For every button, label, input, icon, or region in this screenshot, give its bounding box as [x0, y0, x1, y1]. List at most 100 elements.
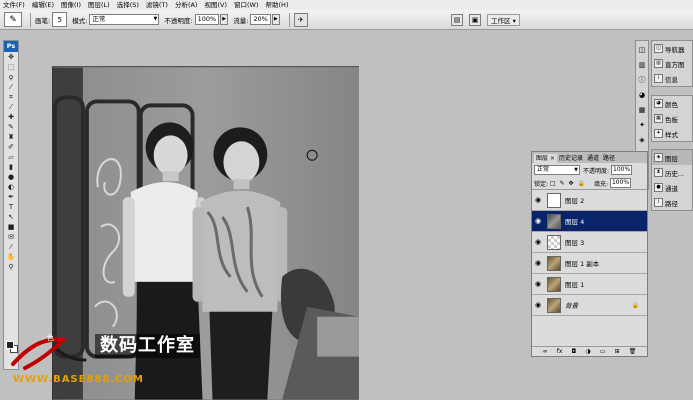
- layers-icon[interactable]: ◈: [636, 134, 648, 146]
- marquee-icon[interactable]: ⬚: [4, 62, 18, 72]
- dock-item-navigator[interactable]: ◫ 导航器: [652, 41, 692, 56]
- menu-select[interactable]: 选择(S): [117, 0, 139, 10]
- menu-file[interactable]: 文件(F): [3, 0, 25, 10]
- menu-edit[interactable]: 编辑(E): [32, 0, 54, 10]
- eye-icon[interactable]: ◉: [532, 259, 544, 267]
- stamp-icon[interactable]: ♜: [4, 132, 18, 142]
- dock-item-channels[interactable]: ● 通道: [652, 180, 692, 195]
- dock-group-layers: ◈ 图层 ⧗ 历史... ● 通道 ⌇ 路径: [651, 149, 693, 211]
- eraser-icon[interactable]: ▱: [4, 152, 18, 162]
- palette-well-button[interactable]: ▤: [451, 14, 463, 26]
- blend-mode-select[interactable]: 正常 ▼: [534, 165, 580, 175]
- tab-channels[interactable]: 通道: [585, 154, 601, 163]
- dock-item-swatches[interactable]: ▦ 色板: [652, 111, 692, 126]
- mode-select[interactable]: 正常 ▼: [89, 14, 160, 25]
- dock-item-styles[interactable]: ✦ 样式: [652, 126, 692, 141]
- dock-item-color[interactable]: ◕ 颜色: [652, 96, 692, 111]
- flow-label: 流量:: [233, 16, 249, 25]
- navigator-icon[interactable]: ◫: [636, 44, 648, 56]
- layer-row[interactable]: ◉ 图层 3: [532, 232, 647, 253]
- eye-icon[interactable]: ◉: [532, 280, 544, 288]
- swatches-icon[interactable]: ▦: [636, 104, 648, 116]
- menu-layer[interactable]: 图层(L): [88, 0, 110, 10]
- palette-icon: ▤: [453, 16, 461, 24]
- opacity-input[interactable]: 100%: [194, 14, 220, 25]
- panel-icon: ▣: [471, 16, 479, 24]
- layer-row-selected[interactable]: ◉ 图层 4: [532, 211, 647, 232]
- eye-icon[interactable]: ◉: [532, 301, 544, 309]
- brush-tool-icon: ✎: [9, 14, 17, 25]
- flow-input[interactable]: 20%: [250, 14, 271, 25]
- layer-row-background[interactable]: ◉ 背景 🔒: [532, 295, 647, 316]
- gradient-icon[interactable]: ▮: [4, 162, 18, 172]
- layer-row[interactable]: ◉ 图层 1: [532, 274, 647, 295]
- dock-item-histogram[interactable]: ▥ 直方图: [652, 56, 692, 71]
- move-icon[interactable]: ✥: [4, 52, 18, 62]
- new-layer-icon[interactable]: ⊞: [615, 348, 620, 355]
- tab-paths[interactable]: 路径: [601, 154, 617, 163]
- menu-window[interactable]: 窗口(W): [234, 0, 259, 10]
- opacity-slider-button[interactable]: ▶: [220, 14, 229, 25]
- color-icon[interactable]: ◕: [636, 89, 648, 101]
- workspace-menu[interactable]: 工作区 ▾: [487, 14, 520, 26]
- menu-help[interactable]: 帮助(H): [266, 0, 289, 10]
- eyedropper-icon[interactable]: ⁄: [4, 102, 18, 112]
- dodge-icon[interactable]: ◐: [4, 182, 18, 192]
- dock-item-info[interactable]: i 信息: [652, 71, 692, 86]
- shape-icon[interactable]: ■: [4, 222, 18, 232]
- brush-icon[interactable]: ✎: [4, 122, 18, 132]
- blur-icon[interactable]: ●: [4, 172, 18, 182]
- delete-layer-icon[interactable]: 🗑: [629, 348, 637, 355]
- tab-history[interactable]: 历史记录: [557, 154, 585, 163]
- eye-icon[interactable]: ◉: [532, 238, 544, 246]
- lasso-icon[interactable]: ϙ: [4, 72, 18, 82]
- tool-preset-picker[interactable]: ✎: [4, 12, 22, 27]
- airbrush-toggle[interactable]: ✈: [293, 12, 308, 27]
- airbrush-icon: ✈: [297, 15, 304, 24]
- panel-toggle-button[interactable]: ▣: [469, 14, 481, 26]
- fill-label: 填充:: [593, 180, 608, 188]
- menu-filter[interactable]: 滤镜(T): [146, 0, 168, 10]
- link-layers-icon[interactable]: ∞: [543, 348, 548, 355]
- histogram-icon[interactable]: ▥: [636, 59, 648, 71]
- dock-item-paths[interactable]: ⌇ 路径: [652, 195, 692, 210]
- flow-slider-button[interactable]: ▶: [271, 14, 280, 25]
- healing-icon[interactable]: ✚: [4, 112, 18, 122]
- layer-style-icon[interactable]: fx: [557, 348, 563, 355]
- type-icon[interactable]: T: [4, 202, 18, 212]
- layer-row[interactable]: ◉ 图层 1 副本: [532, 253, 647, 274]
- brush-picker[interactable]: 5: [52, 12, 68, 27]
- lock-fill-row: 锁定: □ ✎ ✥ 🔒 填充: 100%: [532, 177, 647, 190]
- layers-panel-tabs: 图层 × 历史记录 通道 路径: [532, 152, 647, 163]
- dock-group-color: ◕ 颜色 ▦ 色板 ✦ 样式: [651, 95, 693, 142]
- new-group-icon[interactable]: ▭: [600, 348, 606, 355]
- info-icon[interactable]: ⓘ: [636, 74, 648, 86]
- menu-view[interactable]: 视图(V): [204, 0, 227, 10]
- tab-layers[interactable]: 图层 ×: [534, 154, 557, 163]
- path-select-icon[interactable]: ↖: [4, 212, 18, 222]
- lock-options-icon[interactable]: □ ✎ ✥ 🔒: [550, 180, 586, 187]
- menu-analysis[interactable]: 分析(A): [175, 0, 198, 10]
- menu-image[interactable]: 图像(I): [61, 0, 81, 10]
- eyedropper2-icon[interactable]: ⁄: [4, 242, 18, 252]
- eye-icon[interactable]: ◉: [532, 196, 544, 204]
- fill-input[interactable]: 100%: [609, 178, 632, 188]
- styles-icon[interactable]: ✦: [636, 119, 648, 131]
- zoom-icon[interactable]: ⚲: [4, 262, 18, 272]
- history-brush-icon[interactable]: ✐: [4, 142, 18, 152]
- dock-item-layers[interactable]: ◈ 图层: [652, 150, 692, 165]
- adjustment-layer-icon[interactable]: ◑: [585, 348, 590, 355]
- magic-wand-icon[interactable]: ⁄: [4, 82, 18, 92]
- layer-row[interactable]: ◉ 图层 2: [532, 190, 647, 211]
- layer-mask-icon[interactable]: ◘: [572, 348, 577, 355]
- watermark-studio-name: 数码工作室: [95, 334, 200, 358]
- eye-icon[interactable]: ◉: [532, 217, 544, 225]
- layer-thumbnail: [547, 234, 561, 250]
- hand-icon[interactable]: ✋: [4, 252, 18, 262]
- dock-item-history[interactable]: ⧗ 历史...: [652, 165, 692, 180]
- crop-icon[interactable]: ⌗: [4, 92, 18, 102]
- notes-icon[interactable]: ✉: [4, 232, 18, 242]
- layer-opacity-input[interactable]: 100%: [611, 165, 633, 175]
- layer-name: 图层 3: [565, 239, 585, 247]
- pen-icon[interactable]: ✒: [4, 192, 18, 202]
